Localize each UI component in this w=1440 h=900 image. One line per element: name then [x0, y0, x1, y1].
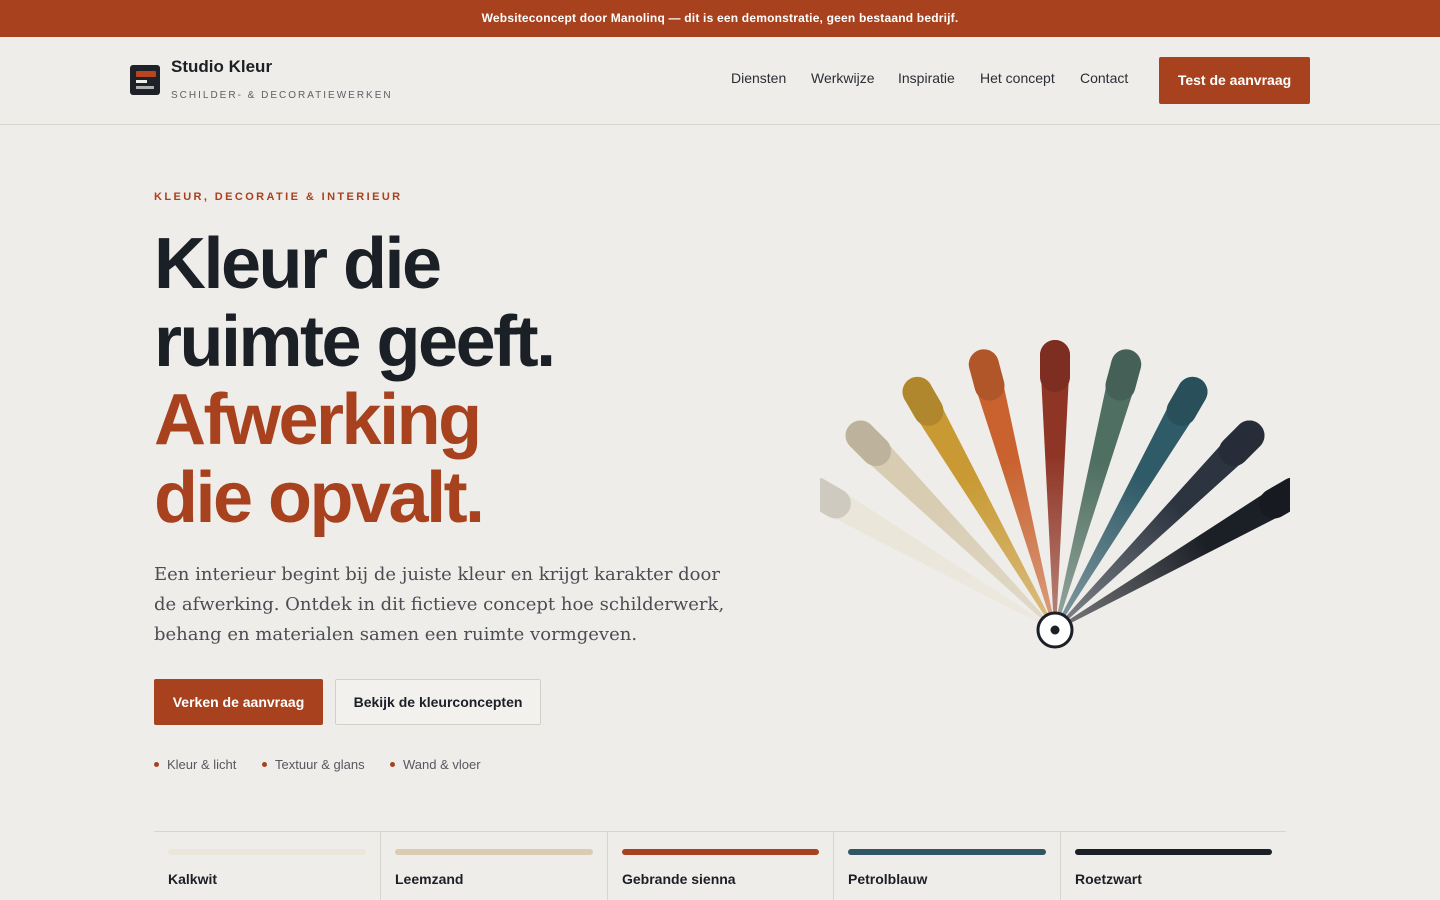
- tag-item: Kleur & licht: [154, 757, 236, 772]
- hero-title-line-1: Kleur die: [154, 224, 442, 304]
- view-color-concepts-button[interactable]: Bekijk de kleurconcepten: [335, 679, 541, 725]
- swatch-color-bar: [1075, 849, 1272, 855]
- nav-item-diensten[interactable]: Diensten: [731, 70, 786, 86]
- tag-label: Kleur & licht: [167, 757, 237, 772]
- swatch-item[interactable]: Roetzwart: [1060, 832, 1286, 900]
- tag-item: Textuur & glans: [262, 757, 365, 772]
- demo-banner-text: Websiteconcept door Manolinq — dit is ee…: [481, 11, 959, 25]
- test-request-button[interactable]: Test de aanvraag: [1159, 57, 1310, 104]
- swatch-color-bar: [848, 849, 1046, 855]
- bullet-dot-icon: [154, 762, 159, 768]
- paint-swatch-logo-icon[interactable]: [130, 65, 160, 95]
- hero-title-line-4: die opvalt.: [154, 458, 485, 538]
- hero-eyebrow: KLEUR, DECORATIE & INTERIEUR: [154, 191, 403, 203]
- swatch-name: Petrolblauw: [848, 871, 928, 887]
- explore-request-button[interactable]: Verken de aanvraag: [154, 679, 323, 725]
- swatch-color-bar: [395, 849, 593, 855]
- swatch-color-bar: [622, 849, 819, 855]
- nav-item-het-concept[interactable]: Het concept: [980, 70, 1055, 86]
- nav-item-contact[interactable]: Contact: [1080, 70, 1128, 86]
- bullet-dot-icon: [390, 762, 395, 768]
- demo-banner: Websiteconcept door Manolinq — dit is ee…: [0, 0, 1440, 37]
- hero-lead: Een interieur begint bij de juiste kleur…: [154, 564, 725, 645]
- fan-strips: [820, 340, 1290, 631]
- swatch-name: Kalkwit: [168, 871, 218, 887]
- hero-title-line-3: Afwerking: [154, 380, 482, 460]
- swatch-name: Gebrande sienna: [622, 871, 736, 887]
- swatch-item[interactable]: Gebrande sienna: [607, 832, 833, 900]
- brand-name[interactable]: Studio Kleur: [171, 57, 272, 77]
- nav-item-werkwijze[interactable]: Werkwijze: [811, 70, 875, 86]
- swatch-item[interactable]: Kalkwit: [154, 832, 380, 900]
- hero-title-line-2: ruimte geeft.: [154, 302, 556, 382]
- brand-tagline: SCHILDER- & DECORATIEWERKEN: [171, 90, 393, 101]
- tag-item: Wand & vloer: [390, 757, 481, 772]
- fan-pivot-dot-icon: [1050, 625, 1060, 635]
- swatch-item[interactable]: Leemzand: [380, 832, 607, 900]
- swatch-list: Kalkwit Leemzand Gebrande sienna Petrolb…: [154, 831, 1286, 900]
- swatch-color-bar: [168, 849, 366, 855]
- tag-label: Wand & vloer: [403, 757, 481, 772]
- site-header: Studio Kleur SCHILDER- & DECORATIEWERKEN…: [0, 37, 1440, 125]
- color-fan-deck-illustration: [820, 340, 1290, 649]
- swatch-name: Leemzand: [395, 871, 464, 887]
- nav-item-inspiratie[interactable]: Inspiratie: [898, 70, 955, 86]
- swatch-item[interactable]: Petrolblauw: [833, 832, 1060, 900]
- tag-label: Textuur & glans: [275, 757, 365, 772]
- bullet-dot-icon: [262, 762, 267, 768]
- swatch-name: Roetzwart: [1075, 871, 1142, 887]
